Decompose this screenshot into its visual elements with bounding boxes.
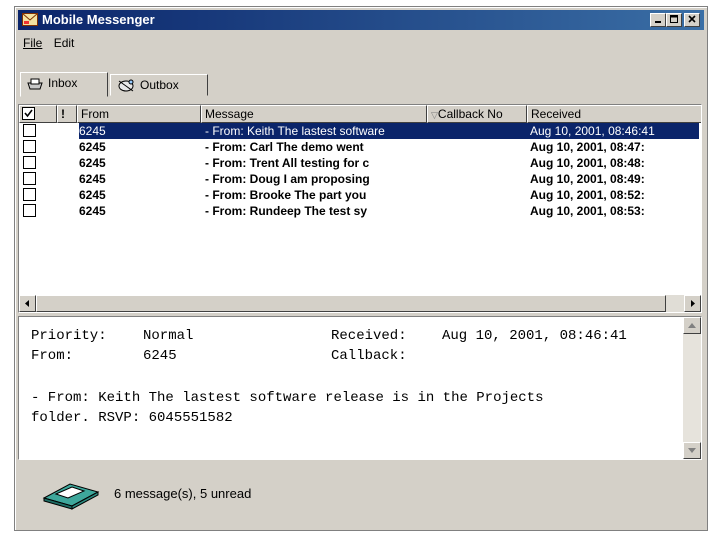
- tab-inbox[interactable]: Inbox: [20, 72, 108, 97]
- table-row[interactable]: 6245 - From: Brooke The part you Aug 10, 2…: [19, 187, 701, 203]
- menu-edit[interactable]: Edit: [50, 34, 79, 52]
- row-message: - From: Doug I am proposing: [205, 172, 370, 186]
- row-checkbox[interactable]: [23, 156, 36, 169]
- column-callback-label: Callback No: [437, 107, 503, 121]
- tab-inbox-label: Inbox: [48, 76, 78, 90]
- row-received: Aug 10, 2001, 08:46:41: [530, 124, 655, 138]
- row-message: - From: Brooke The part you: [205, 188, 367, 202]
- title-bar[interactable]: Mobile Messenger: [18, 10, 704, 30]
- column-message[interactable]: Message: [201, 105, 427, 123]
- scroll-up-button[interactable]: [683, 317, 701, 334]
- row-checkbox[interactable]: [23, 172, 36, 185]
- table-row[interactable]: 6245 - From: Rundeep The test sy Aug 10, 2…: [19, 203, 701, 219]
- table-row[interactable]: 6245 - From: Trent All testing for c Aug 1…: [19, 155, 701, 171]
- table-row[interactable]: 6245 - From: Doug I am proposing Aug 10, 2…: [19, 171, 701, 187]
- preview-from-label: From:: [31, 348, 74, 364]
- row-message: - From: Trent All testing for c: [205, 156, 370, 170]
- row-checkbox[interactable]: [23, 204, 36, 217]
- close-icon: [688, 15, 696, 23]
- row-message: - From: Keith The lastest software: [205, 124, 385, 138]
- row-from: 6245: [79, 188, 106, 202]
- row-received: Aug 10, 2001, 08:48:: [530, 156, 645, 170]
- column-priority[interactable]: !: [57, 105, 77, 123]
- row-from: 6245: [79, 140, 106, 154]
- row-checkbox[interactable]: [23, 188, 36, 201]
- scroll-right-button[interactable]: [684, 295, 701, 312]
- preview-received-value: Aug 10, 2001, 08:46:41: [442, 328, 627, 344]
- menu-file[interactable]: File: [19, 34, 46, 52]
- message-preview[interactable]: Priority: Normal Received: Aug 10, 2001,…: [18, 316, 702, 460]
- row-checkbox[interactable]: [23, 140, 36, 153]
- table-row[interactable]: 6245 - From: Keith The lastest software Au…: [19, 123, 701, 139]
- close-button[interactable]: [684, 13, 700, 27]
- minimize-button[interactable]: [650, 13, 666, 27]
- maximize-icon: [670, 15, 678, 23]
- column-received[interactable]: Received: [527, 105, 701, 123]
- menu-bar: File Edit: [19, 34, 78, 52]
- row-received: Aug 10, 2001, 08:47:: [530, 140, 645, 154]
- inbox-tray-icon: [27, 78, 43, 90]
- window-title: Mobile Messenger: [42, 12, 155, 27]
- scroll-thumb[interactable]: [36, 295, 666, 312]
- arrow-right-icon: [691, 300, 695, 307]
- message-list[interactable]: ! From Message ▽Callback No Received 624…: [18, 104, 702, 313]
- row-checkbox[interactable]: [23, 124, 36, 137]
- preview-body-line2: folder. RSVP: 6045551582: [31, 410, 233, 426]
- row-message: - From: Rundeep The test sy: [205, 204, 368, 218]
- row-from: 6245: [79, 204, 106, 218]
- row-from: 6245: [79, 124, 106, 138]
- column-callback[interactable]: ▽Callback No: [427, 105, 527, 123]
- vertical-scrollbar[interactable]: [683, 317, 701, 459]
- preview-body-line1: - From: Keith The lastest software relea…: [31, 390, 544, 406]
- list-header: ! From Message ▽Callback No Received: [19, 105, 701, 123]
- table-row[interactable]: 6245 - From: Carl The demo went Aug 10, 20…: [19, 139, 701, 155]
- status-text: 6 message(s), 5 unread: [114, 486, 252, 501]
- tab-outbox-label: Outbox: [140, 78, 179, 92]
- maximize-button[interactable]: [666, 13, 682, 27]
- arrow-down-icon: [688, 448, 696, 453]
- envelope-icon: [22, 13, 38, 26]
- row-received: Aug 10, 2001, 08:52:: [530, 188, 645, 202]
- arrow-up-icon: [688, 323, 696, 328]
- preview-priority-label: Priority:: [31, 328, 107, 344]
- preview-from-value: 6245: [143, 348, 177, 364]
- row-received: Aug 10, 2001, 08:49:: [530, 172, 645, 186]
- row-message: - From: Carl The demo went: [205, 140, 364, 154]
- inbox-tray-icon: [42, 483, 100, 510]
- preview-received-label: Received:: [331, 328, 407, 344]
- preview-callback-label: Callback:: [331, 348, 407, 364]
- column-check[interactable]: [19, 105, 57, 123]
- sort-desc-icon: ▽: [431, 110, 438, 120]
- scroll-down-button[interactable]: [683, 442, 701, 459]
- arrow-left-icon: [25, 300, 29, 307]
- row-received: Aug 10, 2001, 08:53:: [530, 204, 645, 218]
- scroll-left-button[interactable]: [19, 295, 36, 312]
- outbox-satellite-icon: [118, 79, 134, 92]
- minimize-icon: [655, 21, 661, 23]
- row-from: 6245: [79, 172, 106, 186]
- horizontal-scrollbar[interactable]: [19, 295, 701, 312]
- row-from: 6245: [79, 156, 106, 170]
- tab-outbox[interactable]: Outbox: [110, 74, 208, 96]
- preview-priority-value: Normal: [143, 328, 194, 344]
- column-from[interactable]: From: [77, 105, 201, 123]
- check-icon: [22, 107, 35, 120]
